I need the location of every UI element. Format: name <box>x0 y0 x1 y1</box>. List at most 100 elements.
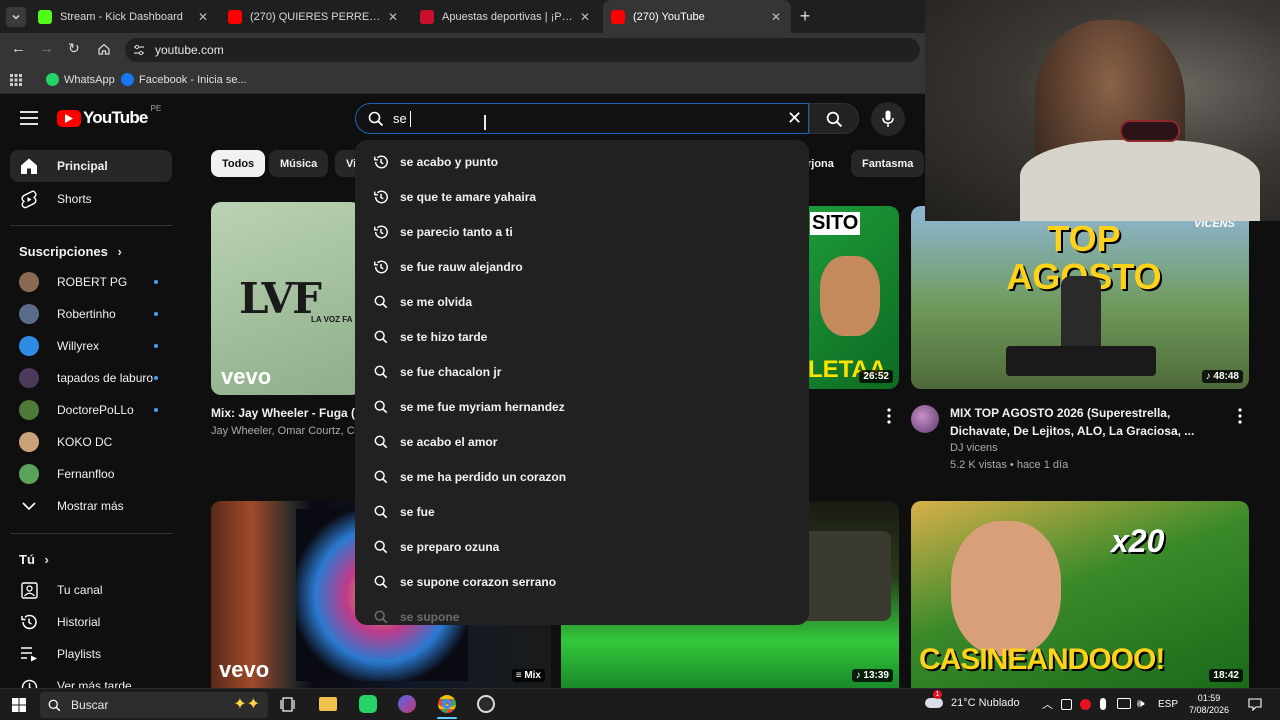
volume-icon[interactable]: 🕪 <box>1137 696 1145 711</box>
search-button[interactable] <box>809 103 859 134</box>
video-title[interactable]: MIX TOP AGOSTO 2026 (Superestrella, Dich… <box>950 404 1200 440</box>
more-options-icon[interactable] <box>886 408 892 424</box>
sidebar-item-doctorepollo[interactable]: DoctorePoLLo <box>10 394 172 426</box>
sidebar-item-fernanfloo[interactable]: Fernanfloo <box>10 458 172 490</box>
obs-icon[interactable] <box>477 695 495 713</box>
sidebar-item-label: Robertinho <box>57 307 116 321</box>
whatsapp-icon[interactable] <box>359 695 377 713</box>
suggestion-item[interactable]: se te hizo tarde <box>355 319 809 354</box>
suggestion-item[interactable]: se acabo el amor <box>355 424 809 459</box>
new-tab-button[interactable]: + <box>797 6 813 27</box>
search-icon <box>826 111 843 128</box>
clock[interactable]: 01:59 7/08/2026 <box>1188 692 1230 716</box>
suggestion-item[interactable]: se me fue myriam hernandez <box>355 389 809 424</box>
suggestion-text: se fue rauw alejandro <box>400 259 523 274</box>
suggestion-item[interactable]: se supone <box>355 599 809 625</box>
sidebar-item-tapados-de-laburo[interactable]: tapados de laburo <box>10 362 172 394</box>
video-thumbnail[interactable]: SITO LETAA 26:52 <box>808 206 899 389</box>
sidebar-item-willyrex[interactable]: Willyrex <box>10 330 172 362</box>
file-explorer-icon[interactable] <box>319 697 337 711</box>
history-icon <box>374 190 388 203</box>
chevron-down-icon <box>12 14 20 20</box>
sidebar-item-robert-pg[interactable]: ROBERT PG <box>10 266 172 298</box>
microphone-icon <box>882 110 894 127</box>
taskbar-search[interactable]: Buscar ✦✦ <box>40 692 268 718</box>
video-thumbnail[interactable]: TOP AGOSTO VICENS ♪ 48:48 <box>911 206 1249 389</box>
tab-apuestas[interactable]: Apuestas deportivas | ¡Para gan ✕ <box>412 0 600 33</box>
address-bar[interactable]: youtube.com <box>125 38 920 62</box>
suggestion-item[interactable]: se preparo ozuna <box>355 529 809 564</box>
suggestion-item[interactable]: se me ha perdido un corazon <box>355 459 809 494</box>
suggestion-item[interactable]: se fue <box>355 494 809 529</box>
close-tab-icon[interactable]: ✕ <box>196 10 210 24</box>
sidebar-item-tu-canal[interactable]: Tu canal <box>10 574 172 606</box>
youtube-logo[interactable]: YouTube PE <box>57 104 161 128</box>
sidebar-item-robertinho[interactable]: Robertinho <box>10 298 172 330</box>
sidebar-item-koko-dc[interactable]: KOKO DC <box>10 426 172 458</box>
tray-app-icon[interactable] <box>1061 699 1072 710</box>
back-icon[interactable]: ← <box>11 40 26 57</box>
suggestion-item[interactable]: se fue chacalon jr <box>355 354 809 389</box>
video-channel[interactable]: DJ vicens <box>950 440 998 457</box>
close-tab-icon[interactable]: ✕ <box>578 10 592 24</box>
tab-youtube-home[interactable]: (270) YouTube ✕ <box>603 0 791 33</box>
sidebar-item-historial[interactable]: Historial <box>10 606 172 638</box>
show-more-button[interactable]: Mostrar más <box>10 490 172 522</box>
apps-grid-icon[interactable] <box>10 74 22 86</box>
discord-icon[interactable] <box>398 695 416 713</box>
search-icon <box>374 435 388 448</box>
suggestion-item[interactable]: se acabo y punto <box>355 144 809 179</box>
reload-icon[interactable]: ↻ <box>68 40 80 57</box>
tray-mic-icon[interactable] <box>1100 698 1106 710</box>
chip-fantasma[interactable]: Fantasma <box>851 150 925 177</box>
sidebar-item-playlists[interactable]: Playlists <box>10 638 172 670</box>
windows-start-icon[interactable] <box>12 698 26 712</box>
clear-search-icon[interactable]: ✕ <box>787 108 802 129</box>
sidebar-item-principal[interactable]: Principal <box>10 150 172 182</box>
bookmark-whatsapp[interactable]: WhatsApp <box>46 73 115 86</box>
language-indicator[interactable]: ESP <box>1158 699 1178 710</box>
video-title[interactable]: Mix: Jay Wheeler - Fuga ( <box>211 404 355 422</box>
suggestion-text: se fue <box>400 504 435 519</box>
suggestion-text: se me fue myriam hernandez <box>400 399 565 414</box>
close-tab-icon[interactable]: ✕ <box>769 10 783 24</box>
channel-avatar[interactable] <box>911 405 939 433</box>
voice-search-button[interactable] <box>871 102 905 136</box>
webcam-shirt-image <box>1020 140 1260 221</box>
video-channel[interactable]: Jay Wheeler, Omar Courtz, Co <box>211 423 361 440</box>
weather-widget[interactable]: 1 21°C Nublado <box>925 690 1020 709</box>
chip-musica[interactable]: Música <box>269 150 329 177</box>
tab-list-button[interactable] <box>6 7 26 27</box>
tray-record-icon[interactable] <box>1080 699 1091 710</box>
tab-kick-dashboard[interactable]: Stream - Kick Dashboard ✕ <box>30 0 218 33</box>
bookmark-facebook[interactable]: Facebook - Inicia se... <box>121 73 247 86</box>
task-view-icon[interactable] <box>280 697 295 712</box>
tab-youtube-video[interactable]: (270) QUIERES PERREO ? Vol.16 ✕ <box>220 0 408 33</box>
suggestion-item[interactable]: se supone corazon serrano <box>355 564 809 599</box>
network-icon[interactable] <box>1117 698 1131 709</box>
video-thumbnail[interactable]: x20 CASINEANDOOO! 18:42 <box>911 501 1249 688</box>
betting-favicon-icon <box>420 9 434 24</box>
you-heading[interactable]: Tú › <box>19 552 49 567</box>
sidebar-item-ver-mas-tarde[interactable]: Ver más tarde <box>10 670 172 688</box>
suggestion-item[interactable]: se fue rauw alejandro <box>355 249 809 284</box>
chip-todos[interactable]: Todos <box>211 150 266 177</box>
menu-icon[interactable] <box>20 111 38 125</box>
sidebar-item-shorts[interactable]: Shorts <box>10 183 172 215</box>
home-icon[interactable] <box>97 42 111 56</box>
video-thumbnail[interactable]: LVF LA VOZ FA vevo <box>211 202 361 395</box>
suggestion-item[interactable]: se parecio tanto a ti <box>355 214 809 249</box>
search-icon <box>374 295 388 308</box>
subscriptions-heading[interactable]: Suscripciones › <box>19 244 122 259</box>
chevron-up-icon[interactable]: ︿ <box>1042 696 1053 712</box>
sidebar-item-label: Historial <box>57 615 101 629</box>
notifications-icon[interactable] <box>1248 698 1262 711</box>
forward-icon[interactable]: → <box>39 40 54 57</box>
chrome-icon[interactable] <box>438 695 456 713</box>
more-options-icon[interactable] <box>1237 408 1243 424</box>
site-info-icon[interactable] <box>133 44 145 56</box>
close-tab-icon[interactable]: ✕ <box>386 10 400 24</box>
suggestion-item[interactable]: se me olvida <box>355 284 809 319</box>
search-input[interactable]: se ✕ <box>355 103 809 134</box>
suggestion-item[interactable]: se que te amare yahaira <box>355 179 809 214</box>
